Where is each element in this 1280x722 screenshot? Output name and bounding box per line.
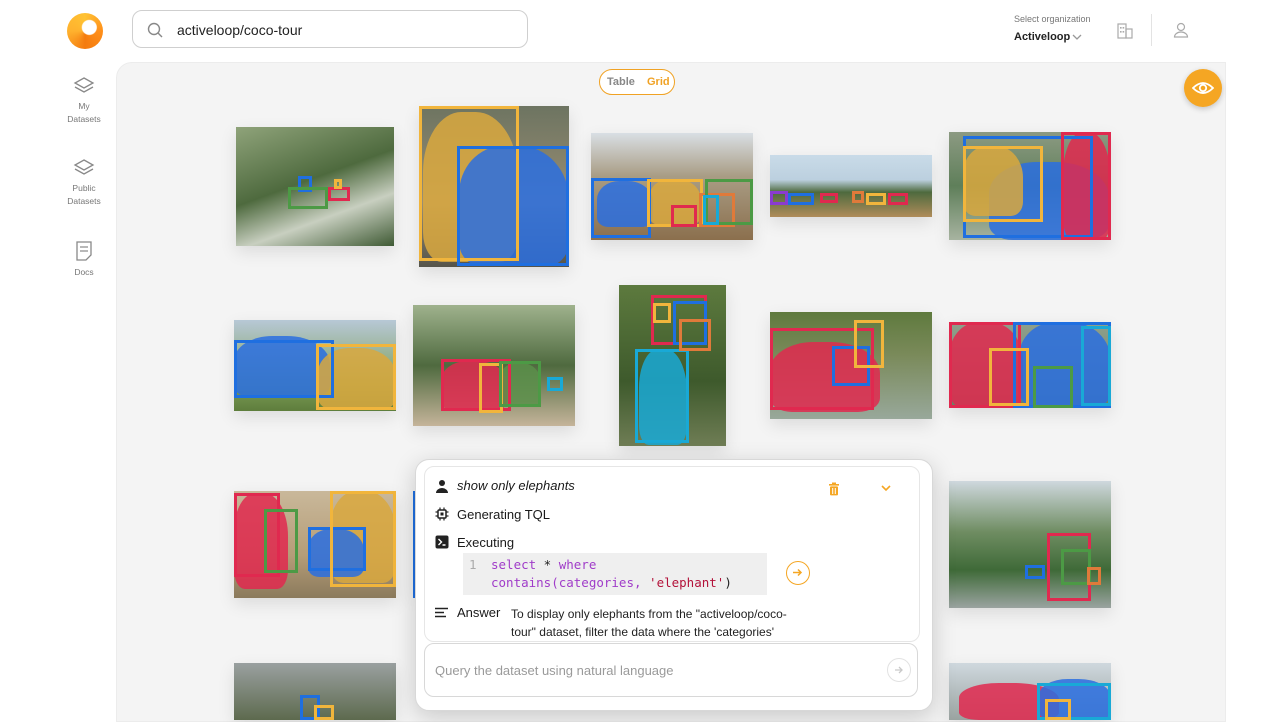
code-line-2: contains(categories, 'elephant') [491,574,732,592]
eye-icon [1192,82,1214,94]
arrow-right-icon [793,568,803,577]
ai-query-panel: show only elephants Generating TQL Execu… [415,459,933,711]
answer-text: To display only elephants from the "acti… [511,607,787,639]
trash-icon[interactable] [828,482,840,496]
sidebar-item-my-datasets[interactable]: My Datasets [52,76,116,126]
dataset-search-input[interactable]: activeloop/coco-tour [132,10,528,48]
terminal-icon [435,535,449,549]
answer-label: Answer [457,605,501,620]
dataset-image[interactable] [413,305,575,426]
code-line-1: select * where [491,556,596,574]
step-generating-tql: Generating TQL [457,507,550,522]
org-select-value[interactable]: Activeloop [1014,31,1070,43]
code-keyword-where: where [558,557,597,572]
dataset-image[interactable] [234,663,396,720]
sidebar-item-public-datasets[interactable]: Public Datasets [52,158,116,208]
document-icon [76,241,92,261]
query-result-card: show only elephants Generating TQL Execu… [424,466,920,642]
code-operator: * [536,557,559,572]
code-function: contains(categories, [491,575,650,590]
view-toggle[interactable]: Table Grid [599,69,675,95]
natural-language-query-input[interactable]: Query the dataset using natural language [424,643,918,697]
sidebar-item-docs[interactable]: Docs [52,240,116,279]
dataset-image[interactable] [419,106,569,267]
tql-code-block: 1 select * where contains(categories, 'e… [463,553,767,595]
run-query-button[interactable] [786,561,810,585]
tab-table[interactable]: Table [607,76,635,88]
code-paren: ) [724,575,732,590]
org-select-label: Select organization [1014,14,1091,24]
code-keyword-select: select [491,557,537,572]
top-bar: activeloop/coco-tour Select organization… [0,0,1280,62]
arrow-right-icon [895,666,903,674]
chevron-down-icon[interactable] [1071,31,1083,43]
dataset-image[interactable] [949,663,1111,720]
search-icon [147,22,163,38]
dataset-image[interactable] [770,155,932,217]
layers-icon [73,77,95,93]
sidebar: My Datasets Public Datasets Docs [52,62,116,720]
chip-icon [435,507,449,521]
query-input-placeholder: Query the dataset using natural language [435,663,674,678]
code-string: 'elephant' [649,575,725,590]
code-line-number: 1 [469,557,477,572]
dataset-image[interactable] [234,320,396,411]
dataset-image[interactable] [236,127,394,246]
dataset-image[interactable] [619,285,726,446]
user-profile-icon[interactable] [1172,21,1190,39]
sidebar-item-label: Docs [74,267,94,277]
dataset-image[interactable] [591,133,753,240]
layers-icon [73,159,95,175]
sidebar-item-label: My [78,101,90,111]
activeloop-logo[interactable] [67,13,103,49]
text-lines-icon [435,607,448,618]
send-query-button[interactable] [887,658,911,682]
organization-building-icon[interactable] [1116,22,1134,40]
sidebar-item-label: Public [72,183,96,193]
chevron-down-icon[interactable] [880,482,892,494]
user-icon [436,480,448,493]
dataset-image[interactable] [949,481,1111,608]
dataset-image[interactable] [949,322,1111,408]
dataset-image[interactable] [949,132,1111,240]
search-value: activeloop/coco-tour [177,22,303,38]
step-executing: Executing [457,535,515,550]
header-divider [1151,14,1152,46]
sidebar-item-label: Datasets [67,114,101,124]
dataset-image[interactable] [770,312,932,419]
tab-grid[interactable]: Grid [647,76,670,88]
dataset-image[interactable] [234,491,396,598]
sidebar-item-label: Datasets [67,196,101,206]
user-query-text: show only elephants [457,478,575,493]
visualize-toggle-button[interactable] [1184,69,1222,107]
